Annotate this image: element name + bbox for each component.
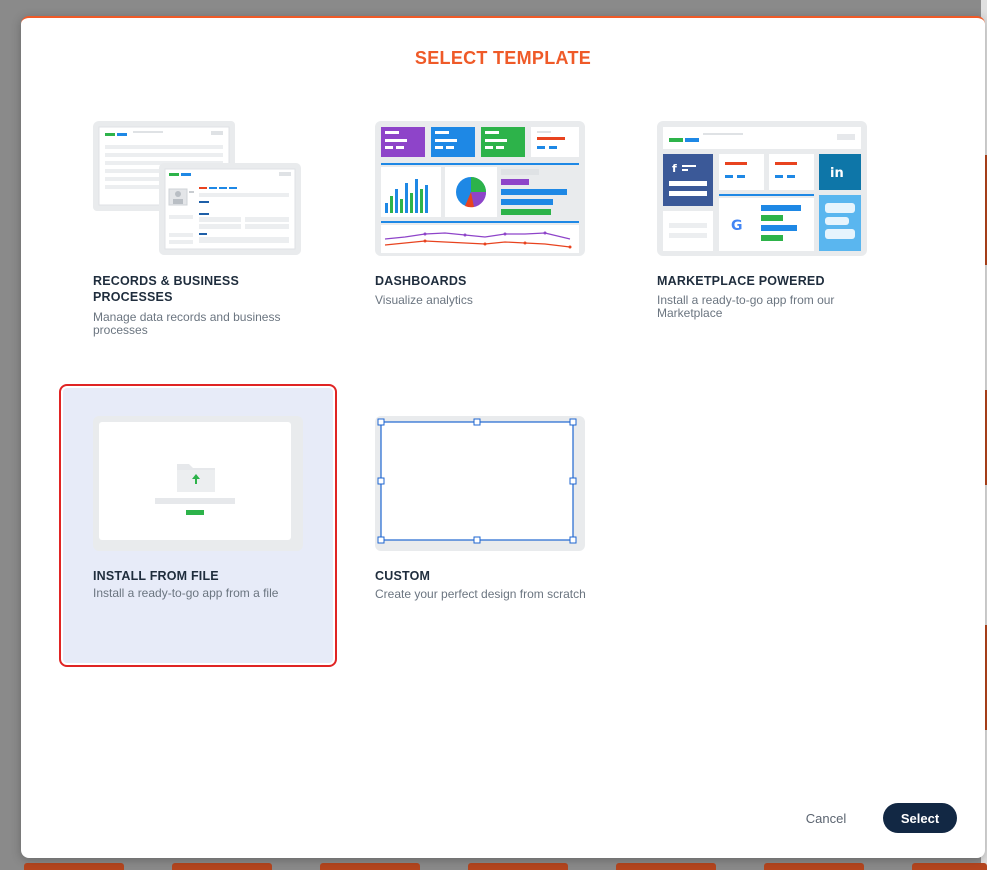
dashboards-thumbnail — [375, 121, 585, 256]
template-card-records[interactable]: RECORDS & BUSINESS PROCESSES Manage data… — [80, 108, 350, 383]
template-description: Manage data records and business process… — [93, 310, 281, 337]
marketplace-thumbnail: f in G — [657, 121, 867, 256]
google-icon: G — [731, 218, 743, 234]
template-description: Create your perfect design from scratch — [375, 587, 586, 601]
template-card-marketplace[interactable]: f in G MARKETPLACE POWERED Install a rea… — [644, 108, 914, 383]
backdrop-tabs — [0, 857, 987, 870]
cancel-button[interactable]: Cancel — [791, 803, 861, 833]
template-card-custom[interactable]: CUSTOM Create your perfect design from s… — [362, 403, 632, 678]
facebook-icon: f — [672, 162, 677, 175]
template-title: DASHBOARDS — [375, 274, 467, 288]
select-button[interactable]: Select — [883, 803, 957, 833]
template-title: MARKETPLACE POWERED — [657, 274, 825, 288]
records-thumbnail — [93, 121, 303, 256]
template-card-install-file[interactable]: INSTALL FROM FILE Install a ready-to-go … — [59, 384, 337, 667]
install-file-thumbnail — [93, 416, 303, 551]
template-title: INSTALL FROM FILE — [93, 569, 219, 583]
template-card-dashboards[interactable]: DASHBOARDS Visualize analytics — [362, 108, 632, 383]
template-description: Install a ready-to-go app from our Marke… — [657, 293, 835, 320]
select-template-modal: SELECT TEMPLATE RECORDS & BUSINESS PROCE… — [21, 16, 985, 858]
template-title: CUSTOM — [375, 569, 431, 583]
linkedin-icon: in — [830, 166, 844, 181]
template-title: RECORDS & BUSINESS PROCESSES — [93, 274, 239, 304]
template-description: Visualize analytics — [375, 293, 473, 307]
modal-title: SELECT TEMPLATE — [414, 48, 592, 68]
template-description: Install a ready-to-go app from a file — [93, 586, 279, 600]
custom-thumbnail — [375, 416, 585, 551]
